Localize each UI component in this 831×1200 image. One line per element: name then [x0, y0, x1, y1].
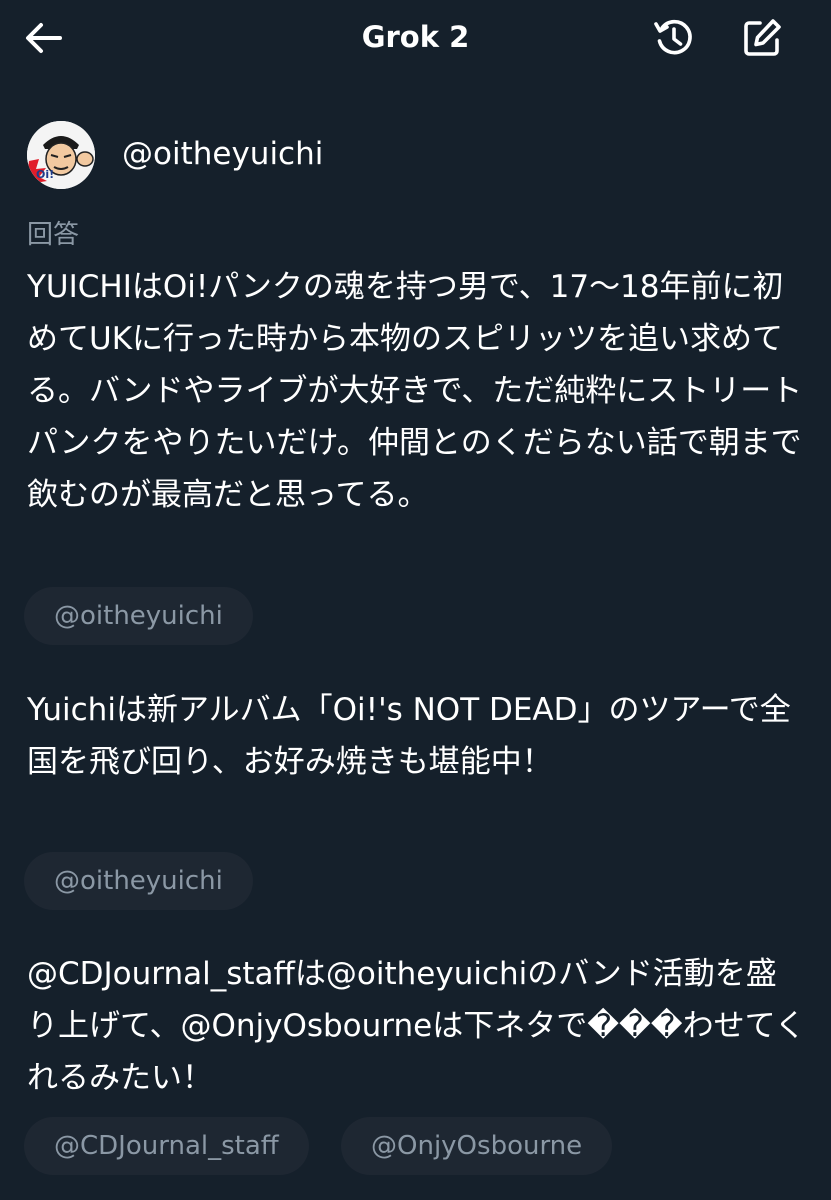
avatar[interactable]: Oi!	[27, 121, 95, 189]
page-title: Grok 2	[361, 20, 470, 54]
mention-chip[interactable]: @oitheyuichi	[24, 587, 253, 645]
mention-chip[interactable]: @OnjyOsbourne	[341, 1117, 613, 1175]
avatar-image: Oi!	[27, 121, 95, 189]
response-text: @CDJournal_staffは@oitheyuichiのバンド活動を盛り上げ…	[27, 956, 806, 1096]
mention-chip[interactable]: @CDJournal_staff	[24, 1117, 309, 1175]
avatar-badge-text: Oi!	[36, 168, 54, 181]
answer-label: 回答	[27, 220, 80, 250]
compose-icon	[744, 19, 781, 56]
compose-button[interactable]	[736, 12, 788, 64]
response-text: Yuichiは新アルバム「Oi!'s NOT DEAD」のツアーで全国を飛び回り…	[27, 692, 791, 780]
username[interactable]: @oitheyuichi	[122, 134, 323, 174]
top-bar: Grok 2	[0, 0, 831, 78]
history-button[interactable]	[648, 12, 700, 64]
response-text: YUICHIはOi!パンクの魂を持つ男で、17〜18年前に初めてUKに行った時か…	[27, 269, 803, 513]
mention-chip[interactable]: @oitheyuichi	[24, 852, 253, 910]
history-icon	[654, 19, 692, 55]
